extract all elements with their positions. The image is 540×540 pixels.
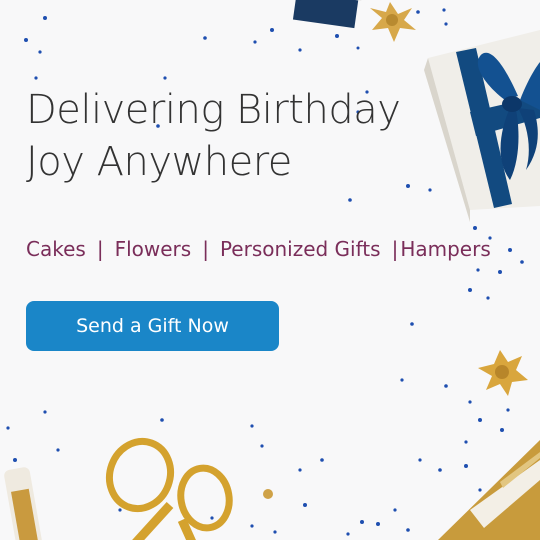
separator: | [202, 237, 209, 261]
send-gift-button[interactable]: Send a Gift Now [26, 301, 279, 351]
category-link-personized-gifts[interactable]: Personized Gifts [220, 237, 381, 261]
gold-gift-wrap-icon [438, 440, 540, 540]
category-link-flowers[interactable]: Flowers [115, 237, 192, 261]
headline-line-1: Delivering Birthday [26, 87, 401, 133]
gift-box-icon [291, 0, 363, 29]
gift-box-icon [424, 30, 540, 222]
category-link-hampers[interactable]: Hampers [400, 237, 490, 261]
headline-line-2: Joy Anywhere [26, 139, 292, 185]
birthday-hero-banner: Delivering Birthday Joy Anywhere Cakes |… [0, 0, 540, 540]
separator: | [391, 237, 399, 261]
category-links: Cakes | Flowers | Personized Gifts | Ham… [26, 237, 491, 261]
separator: | [96, 237, 104, 261]
scissors-icon [106, 437, 233, 540]
confetti-icon [4, 0, 540, 540]
gold-bow-icon [478, 350, 528, 396]
hero-headline: Delivering Birthday Joy Anywhere [26, 84, 401, 188]
category-link-cakes[interactable]: Cakes [26, 237, 86, 261]
gold-bow-icon [370, 2, 416, 42]
